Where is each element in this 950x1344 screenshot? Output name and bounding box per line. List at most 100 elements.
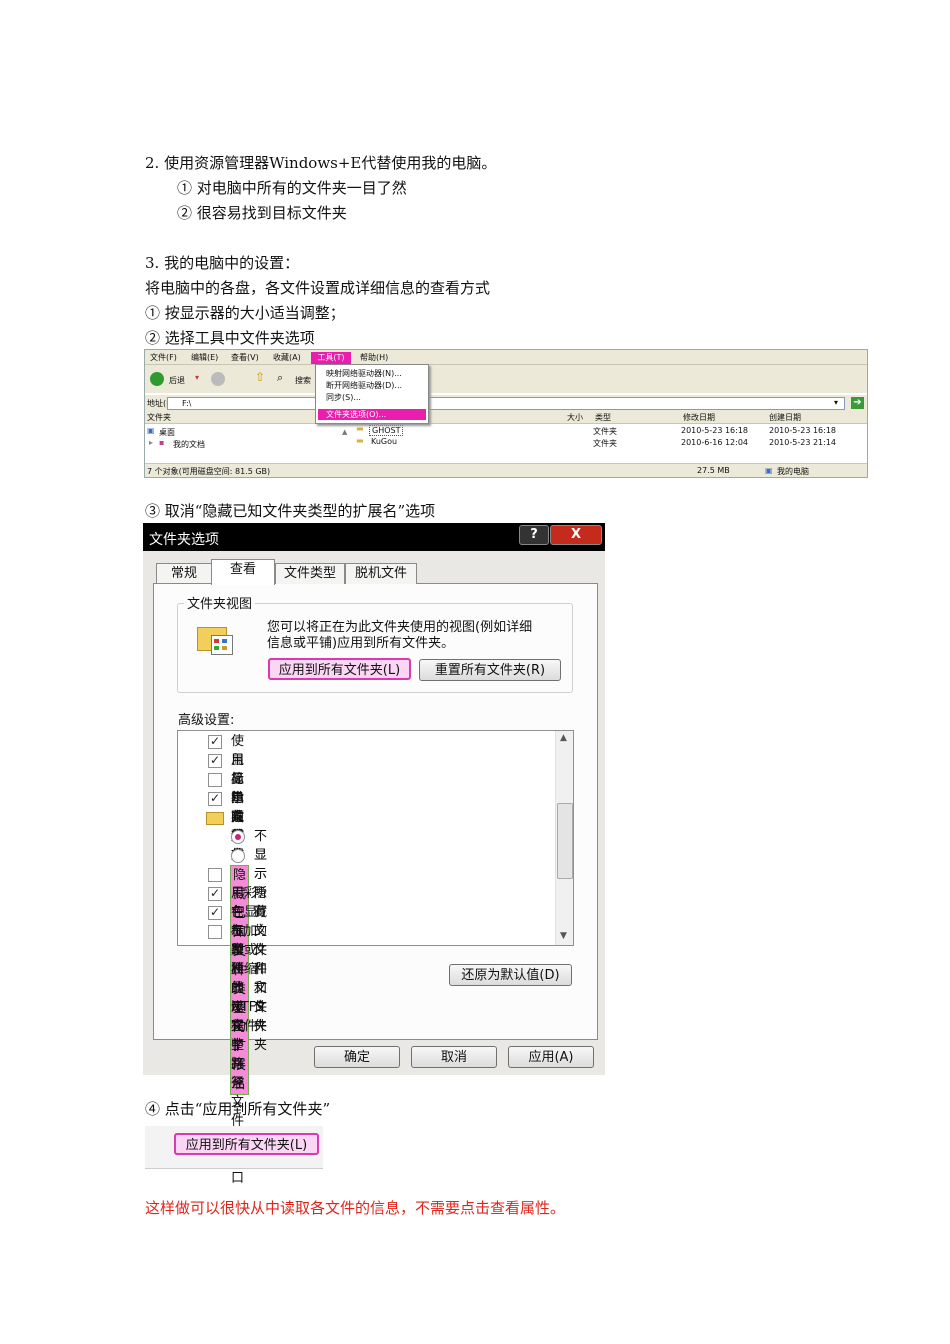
menu-help[interactable]: 帮助(H) [360,352,388,363]
step-3-point-3: ③ 取消“隐藏已知文件夹类型的扩展名”选项 [145,502,436,520]
checkbox[interactable] [208,884,222,903]
address-value: F:\ [182,399,192,408]
column-size[interactable]: 大小 [567,412,583,423]
status-location: 我的电脑 [777,467,809,476]
step-2-heading: 2. 使用资源管理器Windows+E代替使用我的电脑。 [145,154,497,172]
file-row-name[interactable]: GHOST [369,425,404,436]
file-row-created: 2010-5-23 21:14 [769,438,836,447]
menu-item-folder-options[interactable]: 文件夹选项(O)... [318,409,426,420]
status-bar: 7 个对象(可用磁盘空间: 81.5 GB) 27.5 MB ▣ 我的电脑 [145,463,867,477]
folder-icon [206,812,224,825]
folder-view-label: 文件夹视图 [184,593,256,612]
expand-icon[interactable]: ▸ [149,438,153,447]
tab-view[interactable]: 查看 [211,559,275,585]
apply-button[interactable]: 应用(A) [508,1046,594,1068]
back-label[interactable]: 后退 [169,375,185,386]
file-row-modified: 2010-5-23 16:18 [681,426,748,435]
advanced-settings-label: 高级设置: [178,713,235,728]
ok-button[interactable]: 确定 [314,1046,400,1068]
cancel-button[interactable]: 取消 [411,1046,497,1068]
menu-edit[interactable]: 编辑(E) [191,352,218,363]
tree-item-desktop[interactable]: 桌面 [159,427,175,438]
search-label[interactable]: 搜索 [295,375,311,386]
scroll-down-icon[interactable]: ▼ [560,931,567,941]
up-folder-icon[interactable]: ⇧ [255,370,265,384]
advanced-settings-list[interactable]: 使用简单文件共享 (推荐) 鼠标指向文件夹和桌面项时显示提示信息 显示系统文件夹… [177,730,574,1186]
step-2-point-2: ② 很容易找到目标文件夹 [177,204,347,222]
step-2-point-1: ① 对电脑中所有的文件夹一目了然 [177,179,407,197]
back-arrow-icon[interactable] [150,372,164,386]
menu-item-disconnect-drive[interactable]: 断开网络驱动器(D)... [326,380,402,391]
address-dropdown-icon[interactable]: ▾ [834,398,838,407]
status-objects: 7 个对象(可用磁盘空间: 81.5 GB) [147,467,271,476]
menu-item-sync[interactable]: 同步(S)... [326,392,361,403]
file-row-type: 文件夹 [593,439,617,448]
checkbox[interactable] [208,868,222,882]
documents-icon: ▪ [159,438,165,447]
tools-dropdown-menu: 映射网络驱动器(N)... 断开网络驱动器(D)... 同步(S)... 文件夹… [315,364,429,424]
checkbox[interactable] [208,789,222,808]
apply-to-all-folders-button[interactable]: 应用到所有文件夹(L) [268,658,411,680]
back-dropdown-icon[interactable]: ▾ [195,373,199,382]
address-input[interactable]: F:\ ▾ [167,397,845,410]
step-3-heading: 3. 我的电脑中的设置： [145,254,300,272]
conclusion-text: 这样做可以很快从中读取各文件的信息，不需要点击查看属性。 [145,1199,566,1217]
dialog-title: 文件夹选项 [149,532,219,548]
checkbox[interactable] [208,903,222,922]
file-row-type: 文件夹 [593,427,617,436]
radio-button[interactable] [231,830,245,844]
dialog-title-bar: 文件夹选项 ? X [143,523,605,551]
apply-to-all-folders-button[interactable]: 应用到所有文件夹(L) [174,1133,319,1155]
go-arrow-icon[interactable]: ➔ [851,397,864,409]
computer-icon: ▣ [765,466,773,475]
menu-bar: 文件(F) 编辑(E) 查看(V) 收藏(A) 工具(T) 帮助(H) [145,350,867,365]
settings-scrollbar[interactable]: ▲ ▼ [555,731,573,945]
folder-view-icon [197,623,233,655]
desktop-icon: ▣ [147,426,155,435]
tab-offline-files[interactable]: 脱机文件 [345,563,417,584]
radio-button[interactable] [231,849,245,863]
file-row-modified: 2010-6-16 12:04 [681,438,748,447]
tab-general[interactable]: 常规 [156,563,212,584]
column-created[interactable]: 创建日期 [769,412,801,423]
checkbox[interactable] [208,773,222,787]
step-3-desc: 将电脑中的各盘，各文件设置成详细信息的查看方式 [145,279,491,297]
help-icon[interactable]: ? [519,525,549,545]
file-row-created: 2010-5-23 16:18 [769,426,836,435]
folder-icon: ▬ [356,424,364,433]
checkbox[interactable] [208,732,222,751]
explorer-window: 文件(F) 编辑(E) 查看(V) 收藏(A) 工具(T) 帮助(H) 后退 ▾… [144,349,868,478]
file-row-name[interactable]: KuGou [371,437,397,446]
column-modified[interactable]: 修改日期 [683,412,715,423]
menu-tools[interactable]: 工具(T) [311,352,351,364]
checkbox[interactable] [208,925,222,939]
search-icon[interactable]: ⌕ [277,371,283,385]
toolbar: 后退 ▾ ⇧ ⌕ 搜索 [145,365,867,393]
menu-file[interactable]: 文件(F) [150,352,177,363]
tab-file-types[interactable]: 文件类型 [275,563,345,584]
address-bar: 地址(D) F:\ ▾ ➔ [145,394,867,411]
scroll-up-icon[interactable]: ▲ [342,428,347,436]
tree-item-my-documents[interactable]: 我的文档 [173,439,205,450]
apply-button-crop: 应用到所有文件夹(L) [145,1126,323,1169]
menu-view[interactable]: 查看(V) [231,352,259,363]
status-size: 27.5 MB [697,466,730,475]
scroll-thumb[interactable] [557,803,573,879]
step-3-point-2: ② 选择工具中文件夹选项 [145,329,315,347]
restore-defaults-button[interactable]: 还原为默认值(D) [449,964,572,986]
folder-icon: ▬ [356,436,364,445]
scroll-up-icon[interactable]: ▲ [560,733,567,743]
reset-all-folders-button[interactable]: 重置所有文件夹(R) [419,659,561,681]
forward-arrow-icon[interactable] [211,372,225,386]
folder-options-dialog: 文件夹选项 ? X 常规 查看 文件类型 脱机文件 文件夹视图 您可以将正在为此… [143,523,605,1186]
step-3-point-4: ④ 点击“应用到所有文件夹” [145,1100,331,1118]
column-type[interactable]: 类型 [595,412,611,423]
menu-favorites[interactable]: 收藏(A) [273,352,301,363]
column-header: 文件夹 大小 类型 修改日期 创建日期 [145,411,867,424]
checkbox[interactable] [208,751,222,770]
close-icon[interactable]: X [550,525,602,545]
folders-pane-header: 文件夹 [147,413,171,422]
menu-item-map-drive[interactable]: 映射网络驱动器(N)... [326,368,402,379]
folder-view-desc-2: 信息或平铺)应用到所有文件夹。 [267,636,455,651]
step-3-point-1: ① 按显示器的大小适当调整； [145,304,345,322]
